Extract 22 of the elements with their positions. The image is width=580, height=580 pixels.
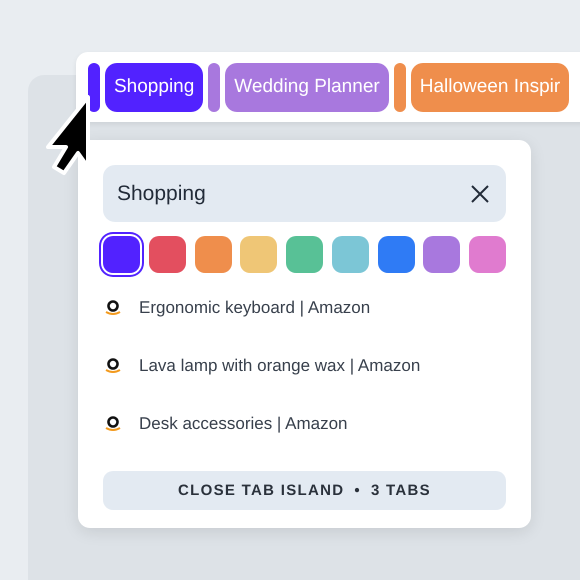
color-swatch[interactable] [332, 236, 369, 273]
color-swatch[interactable] [194, 236, 232, 273]
name-field[interactable]: Shopping [103, 165, 506, 222]
color-swatch[interactable] [103, 236, 140, 273]
close-icon[interactable] [471, 185, 489, 203]
group-marker[interactable] [394, 62, 406, 112]
shop-logo-icon [103, 414, 123, 434]
color-swatch[interactable] [286, 236, 323, 273]
shop-logo-icon [103, 356, 123, 376]
color-swatch[interactable] [469, 236, 506, 273]
color-swatch[interactable] [378, 236, 414, 273]
group-marker[interactable] [88, 62, 100, 112]
color-swatch[interactable] [423, 236, 460, 273]
color-swatch[interactable] [240, 236, 278, 273]
tab-title[interactable]: Lava lamp with orange wax | Amazon [139, 356, 420, 376]
tab-title[interactable]: Desk accessories | Amazon [139, 414, 348, 434]
tab-group[interactable]: Shopping [105, 62, 204, 112]
shop-logo-icon [103, 298, 123, 318]
tab-title[interactable]: Ergonomic keyboard | Amazon [139, 298, 370, 318]
group-marker[interactable] [208, 62, 220, 112]
color-swatch[interactable] [148, 236, 186, 273]
close-group-button[interactable]: CLOSE TAB ISLAND • 3 TABS [103, 471, 506, 510]
